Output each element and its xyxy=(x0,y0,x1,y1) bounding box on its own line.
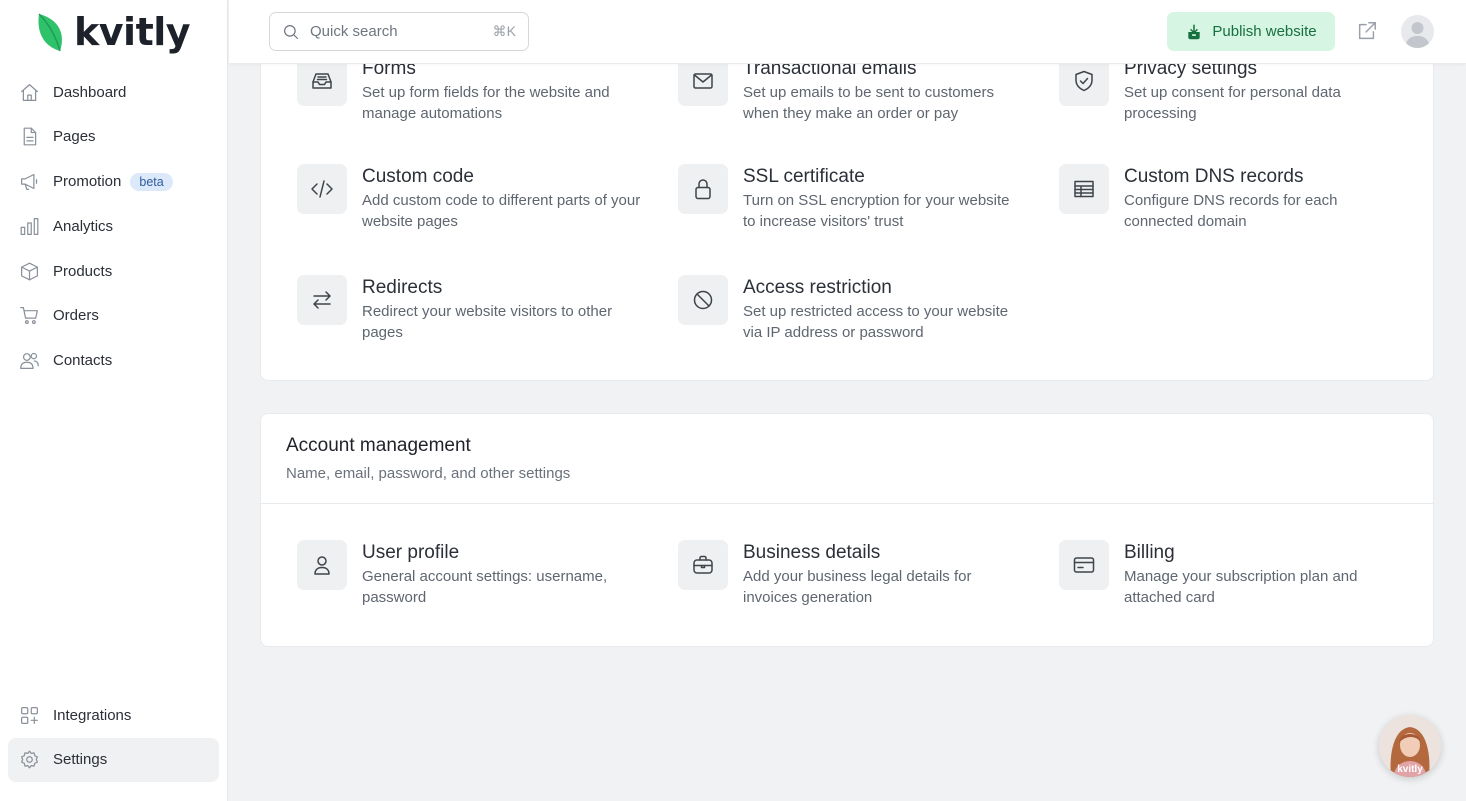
sidebar-item-settings[interactable]: Settings xyxy=(8,737,219,782)
search-icon xyxy=(284,24,299,39)
item-description: Set up consent for personal data process… xyxy=(1124,84,1341,122)
item-description: General account settings: username, pass… xyxy=(362,568,608,606)
section-title: Account management xyxy=(286,435,471,456)
item-description: Manage your subscription plan and attach… xyxy=(1124,568,1358,606)
arrows-swap-icon xyxy=(297,275,347,325)
bar-chart-icon xyxy=(18,215,40,237)
settings-item-dns[interactable]: Custom DNS records Configure DNS records… xyxy=(1059,164,1419,244)
item-title: Access restriction xyxy=(743,277,892,298)
table-icon xyxy=(1059,164,1109,214)
open-external-button[interactable] xyxy=(1356,20,1380,44)
page-icon xyxy=(18,126,40,148)
box-icon xyxy=(18,260,40,282)
item-description: Set up form fields for the website and m… xyxy=(362,84,610,122)
sidebar-item-contacts[interactable]: Contacts xyxy=(8,339,219,383)
code-icon xyxy=(297,164,347,214)
credit-card-icon xyxy=(1059,540,1109,590)
settings-item-business-details[interactable]: Business details Add your business legal… xyxy=(678,540,1038,620)
item-title: Redirects xyxy=(362,277,443,298)
sidebar-item-label: Contacts xyxy=(53,352,113,370)
settings-item-privacy[interactable]: Privacy settings Set up consent for pers… xyxy=(1059,56,1419,136)
sidebar-item-analytics[interactable]: Analytics xyxy=(8,204,219,248)
sidebar-item-integrations[interactable]: Integrations xyxy=(8,693,219,737)
logo[interactable]: kvitly xyxy=(36,10,191,54)
sidebar-item-dashboard[interactable]: Dashboard xyxy=(8,70,219,114)
section-subtitle: Name, email, password, and other setting… xyxy=(286,465,571,482)
item-title: Billing xyxy=(1124,542,1175,563)
gear-icon xyxy=(18,749,40,771)
settings-item-redirects[interactable]: Redirects Redirect your website visitors… xyxy=(297,275,657,355)
main-nav: Dashboard Pages Promotion beta Analytics… xyxy=(8,70,219,384)
item-title: SSL certificate xyxy=(743,166,865,187)
search-placeholder: Quick search xyxy=(310,23,398,40)
sidebar-item-label: Pages xyxy=(53,128,96,146)
settings-item-access-restriction[interactable]: Access restriction Set up restricted acc… xyxy=(678,275,1038,355)
lock-icon xyxy=(678,164,728,214)
item-title: Custom code xyxy=(362,166,474,187)
settings-item-user-profile[interactable]: User profile General account settings: u… xyxy=(297,540,657,620)
item-description: Set up emails to be sent to customers wh… xyxy=(743,84,994,122)
briefcase-icon xyxy=(678,540,728,590)
sidebar-item-label: Dashboard xyxy=(53,83,127,101)
item-description: Add your business legal details for invo… xyxy=(743,568,972,606)
sidebar: kvitly Dashboard Pages Promotion beta An… xyxy=(0,0,228,801)
leaf-logo-icon xyxy=(38,13,62,52)
logo-text: kvitly xyxy=(74,10,191,54)
ban-icon xyxy=(678,275,728,325)
user-avatar-icon xyxy=(1405,22,1430,48)
account-management-card: Account management Name, email, password… xyxy=(260,413,1434,647)
search-input[interactable]: Quick search ⌘K xyxy=(269,12,529,51)
user-avatar[interactable] xyxy=(1401,15,1434,48)
search-shortcut: ⌘K xyxy=(492,23,516,39)
settings-item-custom-code[interactable]: Custom code Add custom code to different… xyxy=(297,164,657,244)
item-title: User profile xyxy=(362,542,460,563)
external-link-icon xyxy=(1358,22,1376,40)
settings-item-transactional-emails[interactable]: Transactional emails Set up emails to be… xyxy=(678,56,1038,136)
cart-icon xyxy=(18,305,40,327)
publish-website-button[interactable]: Publish website xyxy=(1167,12,1335,51)
beta-badge: beta xyxy=(130,172,173,191)
sidebar-item-products[interactable]: Products xyxy=(8,249,219,293)
website-settings-card: Forms Set up form fields for the website… xyxy=(260,20,1434,381)
settings-item-ssl[interactable]: SSL certificate Turn on SSL encryption f… xyxy=(678,164,1038,244)
item-description: Configure DNS records for each connected… xyxy=(1124,192,1338,230)
support-chat-button[interactable]: kvitly xyxy=(1379,715,1441,777)
settings-item-billing[interactable]: Billing Manage your subscription plan an… xyxy=(1059,540,1419,620)
grid-plus-icon xyxy=(18,704,40,726)
item-title: Business details xyxy=(743,542,881,563)
publish-label: Publish website xyxy=(1212,23,1317,40)
sidebar-item-label: Orders xyxy=(53,307,99,325)
item-description: Add custom code to different parts of yo… xyxy=(362,192,641,230)
sidebar-item-pages[interactable]: Pages xyxy=(8,115,219,159)
item-description: Turn on SSL encryption for your website … xyxy=(743,192,1010,230)
item-description: Redirect your website visitors to other … xyxy=(362,303,613,341)
sidebar-item-label: Analytics xyxy=(53,217,114,235)
sidebar-item-label: Settings xyxy=(53,751,108,769)
sidebar-item-promotion[interactable]: Promotion beta xyxy=(8,160,219,204)
card-header: Account management Name, email, password… xyxy=(261,414,1433,504)
users-icon xyxy=(18,350,40,372)
sidebar-item-orders[interactable]: Orders xyxy=(8,294,219,338)
publish-icon xyxy=(1188,24,1201,39)
sidebar-item-label: Integrations xyxy=(53,706,132,724)
home-icon xyxy=(18,81,40,103)
megaphone-icon xyxy=(18,171,40,193)
sidebar-item-label: Promotion xyxy=(53,173,122,191)
chat-widget-label: kvitly xyxy=(1397,764,1423,775)
user-icon xyxy=(297,540,347,590)
bottom-nav: Integrations Settings xyxy=(8,693,219,783)
item-description: Set up restricted access to your website… xyxy=(743,303,1009,341)
topbar: Quick search ⌘K Publish website xyxy=(229,0,1466,64)
item-title: Custom DNS records xyxy=(1124,166,1304,187)
settings-item-forms[interactable]: Forms Set up form fields for the website… xyxy=(297,56,657,136)
sidebar-item-label: Products xyxy=(53,262,113,280)
